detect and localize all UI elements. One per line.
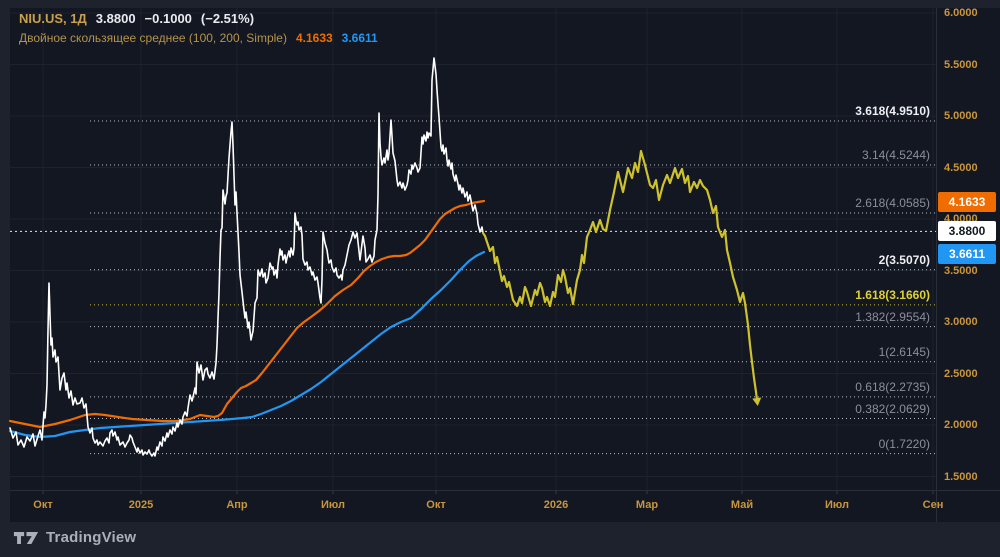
fib-level-label: 1(2.6145): [878, 344, 930, 359]
ma-slow-value: 3.6611: [341, 31, 378, 45]
ma-fast-value: 4.1633: [295, 31, 333, 45]
time-axis-label: Сен: [922, 499, 944, 511]
tradingview-chart-page: 3.618(4.9510) 3.14(4.5244) 2.618(4.0585) 2(…: [0, 0, 1000, 557]
chart-plot-area[interactable]: [0, 0, 1000, 522]
price-axis-label: 1.5000: [944, 470, 978, 483]
price-badge: 4.1633: [938, 192, 996, 213]
fib-level-label: 2(3.5070): [878, 252, 930, 267]
projection-arrow-head: [752, 397, 762, 406]
fib-level-label: 0.382(2.0629): [855, 401, 930, 416]
fib-level-label: 1.382(2.9554): [855, 309, 930, 324]
price-axis-label: 5.5000: [944, 58, 978, 71]
indicator-title[interactable]: Двойное скользящее среднее (100, 200, Si…: [19, 32, 287, 44]
price-axis-border: [936, 8, 937, 522]
price-axis-label: 6.0000: [944, 7, 978, 19]
price-axis-label: 5.0000: [944, 110, 978, 122]
indicator-row[interactable]: Двойное скользящее среднее (100, 200, Si…: [19, 32, 378, 44]
time-axis-label: 2026: [543, 499, 569, 511]
time-axis-label: Июл: [320, 499, 346, 511]
time-axis-label: Окт: [33, 499, 53, 511]
price-change-value: −0.1000: [144, 11, 192, 26]
series-ma-200: [8, 250, 486, 439]
time-axis-label: Июл: [824, 499, 850, 511]
time-axis-border: [10, 490, 1000, 491]
time-axis-label: Мар: [635, 499, 659, 511]
price-badge: 3.6611: [938, 243, 996, 264]
fib-level-label: 2.618(4.0585): [855, 195, 930, 210]
price-axis-label: 4.5000: [944, 161, 978, 174]
series-niu-us-price: [9, 57, 484, 457]
last-price-value: 3.8800: [95, 11, 136, 26]
fib-level-label: 3.14(4.5244): [861, 147, 930, 162]
tradingview-logo-icon: [13, 531, 39, 544]
fib-level-label: 3.618(4.9510): [855, 104, 930, 119]
time-axis-label: Апр: [226, 499, 248, 511]
tradingview-logo[interactable]: TradingView: [13, 529, 136, 546]
price-change-percent: (−2.51%): [200, 11, 255, 26]
symbol-row[interactable]: NIU.US, 1Д 3.8800 −0.1000 (−2.51%): [19, 12, 378, 25]
time-axis-label: 2025: [128, 499, 154, 511]
time-axis-label: Окт: [426, 499, 446, 511]
symbol-title[interactable]: NIU.US, 1Д: [19, 12, 87, 25]
fib-level-label: 0(1.7220): [878, 436, 930, 451]
chart-legend: NIU.US, 1Д 3.8800 −0.1000 (−2.51%) Двойн…: [19, 12, 378, 51]
price-axis-label: 2.5000: [944, 367, 978, 380]
price-axis-label: 3.5000: [944, 264, 978, 277]
time-axis-label: Май: [730, 499, 754, 511]
fib-level-label: 0.618(2.2735): [855, 379, 930, 394]
price-axis-label: 3.0000: [944, 316, 978, 328]
series-projection: [481, 149, 759, 402]
price-badge: 3.8800: [938, 221, 996, 242]
fib-level-label: 1.618(3.1660): [855, 287, 930, 302]
tradingview-logo-text: TradingView: [46, 529, 137, 546]
price-axis-label: 2.0000: [944, 419, 978, 431]
